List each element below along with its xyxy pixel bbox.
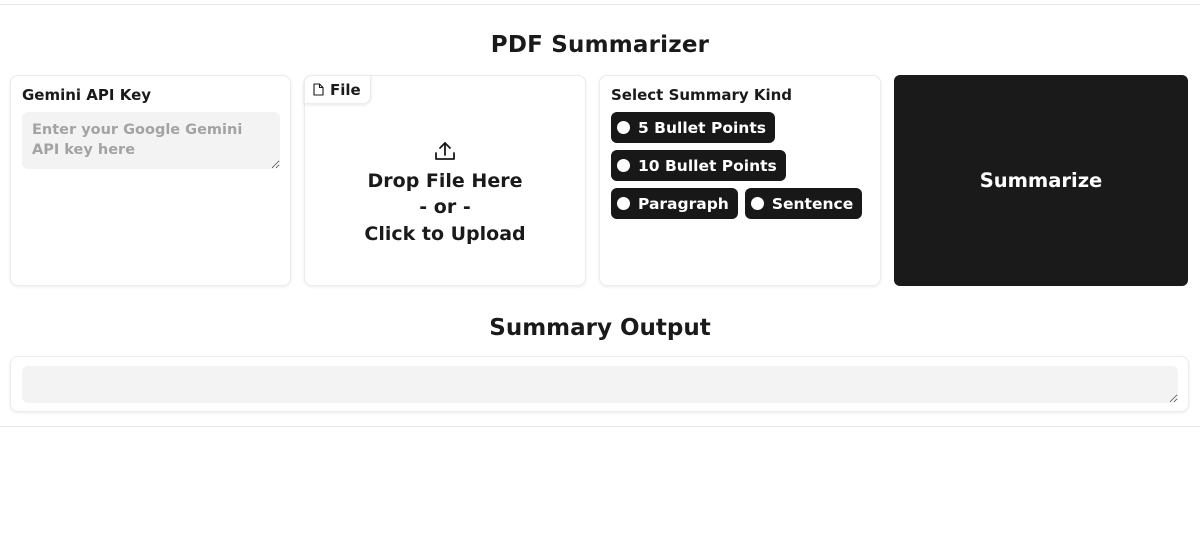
summary-kind-label: Select Summary Kind (611, 86, 793, 104)
summarize-button[interactable]: Summarize (894, 75, 1188, 286)
radio-label: 5 Bullet Points (638, 118, 766, 137)
radio-label: Sentence (771, 194, 854, 213)
upload-arrow-icon (434, 140, 456, 162)
page-title: PDF Summarizer (490, 32, 710, 58)
radio-10-bullet-points[interactable]: 10 Bullet Points (611, 150, 786, 181)
api-key-panel: Gemini API Key (10, 75, 291, 286)
drop-file-text: Drop File Here (367, 169, 523, 192)
radio-sentence[interactable]: Sentence (744, 188, 863, 219)
bottom-divider (0, 426, 1200, 427)
summary-output-panel (10, 356, 1189, 412)
radio-label: Paragraph (638, 194, 729, 213)
drop-or-text: - or - (419, 196, 471, 219)
summary-output-textbox[interactable] (22, 366, 1178, 403)
click-to-upload-text: Click to Upload (364, 222, 526, 245)
radio-circle-icon (617, 197, 630, 210)
file-drop-zone[interactable]: Drop File Here - or - Click to Upload (305, 102, 585, 285)
radio-label: 10 Bullet Points (638, 156, 777, 175)
file-upload-panel: File Drop File Here - or - Click to Uplo… (304, 75, 586, 286)
radio-circle-icon (617, 159, 630, 172)
top-divider (0, 4, 1200, 5)
radio-5-bullet-points[interactable]: 5 Bullet Points (611, 112, 775, 143)
summary-output-title: Summary Output (489, 315, 711, 341)
api-key-label: Gemini API Key (22, 86, 152, 104)
file-tab: File (304, 75, 371, 104)
file-icon (313, 83, 324, 96)
radio-paragraph[interactable]: Paragraph (611, 188, 738, 219)
file-tab-label: File (330, 80, 361, 99)
radio-circle-icon (750, 197, 764, 210)
summary-kind-panel: Select Summary Kind 5 Bullet Points 10 B… (599, 75, 881, 286)
api-key-input[interactable] (22, 112, 280, 169)
radio-circle-icon (617, 121, 630, 134)
summary-kind-radio-group: 5 Bullet Points 10 Bullet Points Paragra… (611, 112, 871, 226)
